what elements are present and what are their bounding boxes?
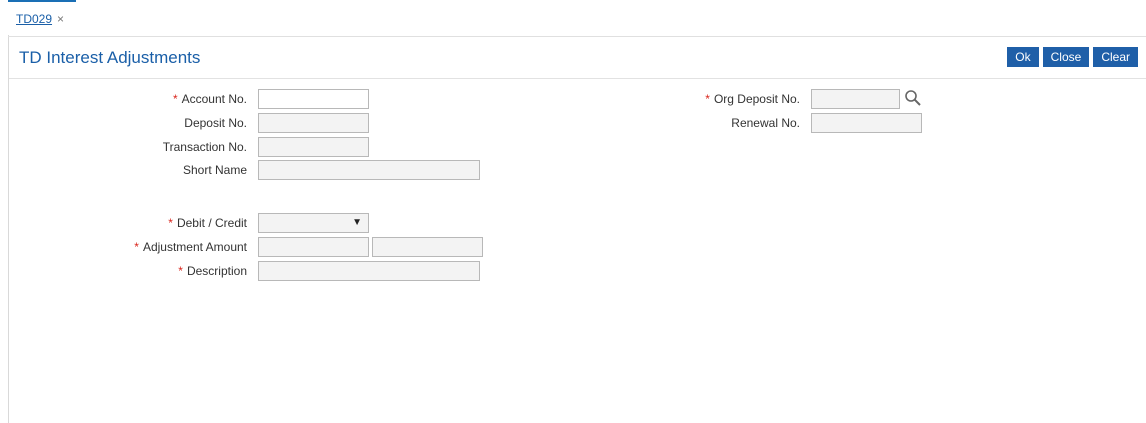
adjustment-currency-input[interactable] <box>258 237 369 257</box>
tab-td029[interactable]: TD029 × <box>8 0 76 35</box>
action-buttons: Ok Close Clear <box>1007 47 1138 67</box>
short-name-input[interactable] <box>258 160 480 180</box>
required-marker: * <box>172 92 178 106</box>
org-deposit-no-label: * Org Deposit No. <box>705 92 800 106</box>
adjustment-amount-input[interactable] <box>372 237 483 257</box>
required-marker: * <box>168 216 173 230</box>
tab-label[interactable]: TD029 <box>16 12 52 26</box>
transaction-no-label: Transaction No. <box>162 140 247 154</box>
renewal-no-label: Renewal No. <box>731 116 800 130</box>
left-border <box>8 0 9 423</box>
caret-down-icon: ▼ <box>352 217 362 228</box>
debit-credit-label: * Debit / Credit <box>168 216 247 230</box>
ok-button[interactable]: Ok <box>1007 47 1039 67</box>
required-marker: * <box>178 264 183 278</box>
account-no-label: * Account No. <box>172 92 247 106</box>
description-input[interactable] <box>258 261 480 281</box>
tab-bar: TD029 × <box>8 0 1146 37</box>
search-icon[interactable] <box>904 89 922 107</box>
description-label: * Description <box>178 264 247 278</box>
short-name-label: Short Name <box>182 163 247 177</box>
renewal-no-input[interactable] <box>811 113 922 133</box>
deposit-no-label: Deposit No. <box>184 116 247 130</box>
clear-button[interactable]: Clear <box>1093 47 1138 67</box>
adjustment-amount-label: * Adjustment Amount <box>134 240 247 254</box>
close-button[interactable]: Close <box>1042 47 1090 67</box>
deposit-no-input[interactable] <box>258 113 369 133</box>
org-deposit-no-input[interactable] <box>811 89 900 109</box>
required-marker: * <box>705 92 710 106</box>
page-title: TD Interest Adjustments <box>19 48 201 67</box>
title-divider <box>9 78 1146 79</box>
debit-credit-select[interactable]: ▼ <box>258 213 369 233</box>
transaction-no-input[interactable] <box>258 137 369 157</box>
close-icon[interactable]: × <box>57 12 64 26</box>
account-no-input[interactable] <box>258 89 369 109</box>
required-marker: * <box>134 240 139 254</box>
